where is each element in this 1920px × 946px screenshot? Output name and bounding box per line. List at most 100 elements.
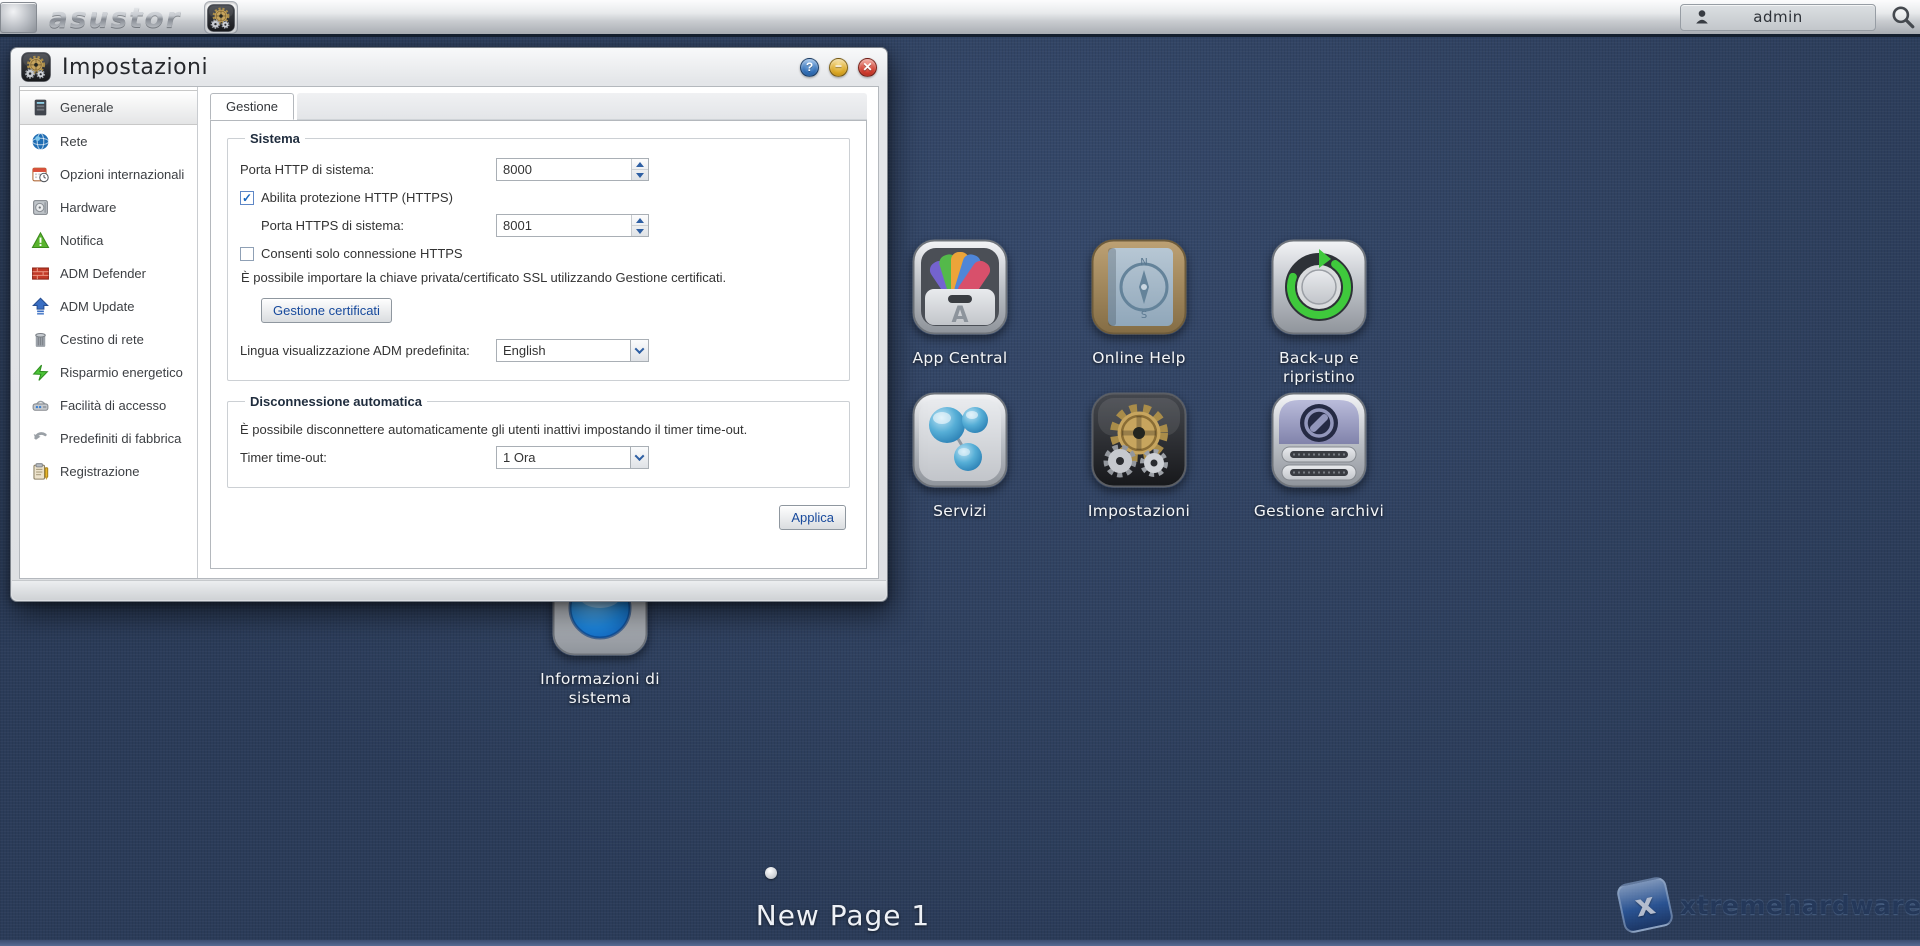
spin-down-icon[interactable] (632, 226, 648, 236)
sidebar-item-label: Registrazione (60, 464, 140, 479)
app-central-icon (912, 239, 1008, 335)
auto-logout-note: È possibile disconnettere automaticament… (240, 422, 837, 437)
apply-button[interactable]: Applica (779, 505, 846, 530)
desktop-icon-label: App Central (885, 349, 1035, 368)
desktop-icon-label: Online Help (1064, 349, 1214, 368)
firewall-icon (31, 264, 50, 283)
language-label: Lingua visualizzazione ADM predefinita: (240, 343, 496, 358)
desktop-icon-gestione-archivi[interactable]: Gestione archivi (1244, 392, 1394, 521)
language-select[interactable]: English (496, 339, 649, 362)
minimize-icon: − (835, 59, 842, 73)
tab-strip-filler (297, 93, 867, 120)
sidebar-item-label: Hardware (60, 200, 116, 215)
undo-icon (31, 429, 50, 448)
desktop-bottom-strip (0, 940, 1920, 946)
desktop-icon-backup[interactable]: Back-up e ripristino (1263, 239, 1375, 388)
minimize-button[interactable]: − (829, 58, 848, 77)
gears-icon (207, 4, 235, 32)
search-button[interactable] (1890, 4, 1916, 30)
sidebar-item-registrazione[interactable]: Registrazione (20, 455, 197, 488)
taskbar-item-impostazioni[interactable] (204, 1, 238, 34)
https-only-label: Consenti solo connessione HTTPS (261, 246, 463, 261)
https-port-spinner (496, 214, 649, 237)
https-enable-checkbox[interactable]: ✓ (240, 191, 254, 205)
close-button[interactable]: ✕ (858, 58, 877, 77)
menu-toggle-button[interactable] (0, 2, 37, 33)
settings-gears-icon (1091, 392, 1187, 488)
lightning-icon (31, 363, 50, 382)
desktop-icon-label: Gestione archivi (1244, 502, 1394, 521)
server-icon (31, 98, 50, 117)
sidebar-item-label: Facilità di accesso (60, 398, 166, 413)
online-help-icon (1091, 239, 1187, 335)
sidebar-item-generale[interactable]: Generale (20, 90, 197, 125)
spin-down-icon[interactable] (632, 170, 648, 180)
storage-manager-icon (1271, 392, 1367, 488)
https-enable-label: Abilita protezione HTTP (HTTPS) (261, 190, 453, 205)
sidebar-item-predefiniti-di-fabbrica[interactable]: Predefiniti di fabbrica (20, 422, 197, 455)
chevron-down-icon[interactable] (630, 340, 648, 361)
sidebar-item-label: ADM Defender (60, 266, 146, 281)
desktop-icon-label: Servizi (885, 502, 1035, 521)
tab-gestione[interactable]: Gestione (210, 93, 294, 120)
window-controls: ? − ✕ (800, 58, 877, 77)
sidebar-item-label: ADM Update (60, 299, 134, 314)
sidebar-item-adm-defender[interactable]: ADM Defender (20, 257, 197, 290)
sidebar-item-label: Cestino di rete (60, 332, 144, 347)
topbar-right: admin (1680, 4, 1920, 31)
spin-up-icon[interactable] (632, 159, 648, 170)
up-arrow-icon (31, 297, 50, 316)
https-port-spin-buttons (631, 215, 648, 236)
window-titlebar[interactable]: Impostazioni ? − ✕ (11, 48, 887, 86)
sidebar-item-label: Risparmio energetico (60, 365, 183, 380)
window-body: Generale Rete (19, 86, 879, 579)
asustor-logo: asustor (49, 1, 182, 34)
window-footer (12, 580, 886, 600)
desktop-icon-impostazioni[interactable]: Impostazioni (1064, 392, 1214, 521)
desktop-icon-servizi[interactable]: Servizi (885, 392, 1035, 521)
calendar-clock-icon (31, 165, 50, 184)
sidebar-item-label: Opzioni internazionali (60, 167, 184, 182)
http-port-input[interactable] (497, 159, 631, 180)
sidebar-item-notifica[interactable]: Notifica (20, 224, 197, 257)
sidebar-item-opzioni-internazionali[interactable]: Opzioni internazionali (20, 158, 197, 191)
sistema-legend: Sistema (245, 131, 305, 146)
chevron-down-icon[interactable] (630, 447, 648, 468)
window-gears-icon (21, 52, 51, 82)
search-icon (1890, 4, 1916, 30)
page-indicator-dot[interactable] (765, 867, 777, 879)
sidebar-item-facilita-di-accesso[interactable]: Facilità di accesso (20, 389, 197, 422)
desktop-icon-online-help[interactable]: Online Help (1064, 239, 1214, 368)
https-only-checkbox[interactable]: ✓ (240, 247, 254, 261)
desktop-icon-app-central[interactable]: App Central (885, 239, 1035, 368)
user-menu-button[interactable]: admin (1680, 4, 1876, 31)
clipboard-pencil-icon (31, 462, 50, 481)
backup-restore-icon (1271, 239, 1367, 335)
sidebar-item-label: Rete (60, 134, 87, 149)
sidebar-item-label: Notifica (60, 233, 103, 248)
timeout-select[interactable]: 1 Ora (496, 446, 649, 469)
sidebar-item-cestino-di-rete[interactable]: Cestino di rete (20, 323, 197, 356)
desktop-icon-label: Impostazioni (1064, 502, 1214, 521)
sidebar-item-risparmio-energetico[interactable]: Risparmio energetico (20, 356, 197, 389)
watermark-text: xtremehardware.it (1680, 891, 1920, 920)
tab-strip: Gestione (210, 93, 867, 120)
network-globe-icon (31, 132, 50, 151)
sidebar-item-adm-update[interactable]: ADM Update (20, 290, 197, 323)
auto-logout-legend: Disconnessione automatica (245, 394, 427, 409)
https-port-input[interactable] (497, 215, 631, 236)
sidebar-item-hardware[interactable]: Hardware (20, 191, 197, 224)
help-icon: ? (806, 60, 813, 74)
window-title: Impostazioni (62, 55, 208, 80)
page-name-label: New Page 1 (738, 899, 948, 932)
language-value: English (497, 340, 630, 361)
sidebar-item-rete[interactable]: Rete (20, 125, 197, 158)
desktop-icon-label: Informazioni di sistema (525, 670, 675, 709)
trash-icon (31, 330, 50, 349)
settings-content: Gestione Sistema Porta HTTP di sistema: (198, 87, 878, 578)
help-button[interactable]: ? (800, 58, 819, 77)
certificate-manager-button[interactable]: Gestione certificati (261, 298, 392, 323)
desktop-icon-label: Back-up e ripristino (1263, 349, 1375, 388)
spin-up-icon[interactable] (632, 215, 648, 226)
certificate-note: È possibile importare la chiave privata/… (241, 270, 837, 285)
